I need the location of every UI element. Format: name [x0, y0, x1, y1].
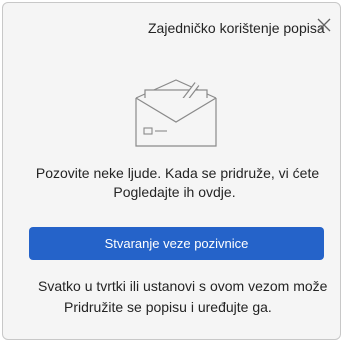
close-icon[interactable]: [317, 18, 331, 32]
invite-text-line2: Pogledajte ih ovdje.: [113, 184, 236, 200]
create-invite-link-button[interactable]: Stvaranje veze pozivnice: [29, 227, 324, 260]
footer-note-line1: Svatko u tvrtki ili ustanovi s ovom vezo…: [38, 278, 328, 294]
footer-note-line2: Pridružite se popisu i uređujte ga.: [64, 299, 272, 315]
dialog-title: Zajedničko korištenje popisa: [148, 20, 325, 36]
envelope-checkmark-icon: [131, 76, 221, 150]
invite-text-line1: Pozovite neke ljude. Kada se pridruže, v…: [35, 165, 320, 181]
share-list-dialog: Zajedničko korištenje popisa Pozovite ne…: [2, 2, 341, 340]
